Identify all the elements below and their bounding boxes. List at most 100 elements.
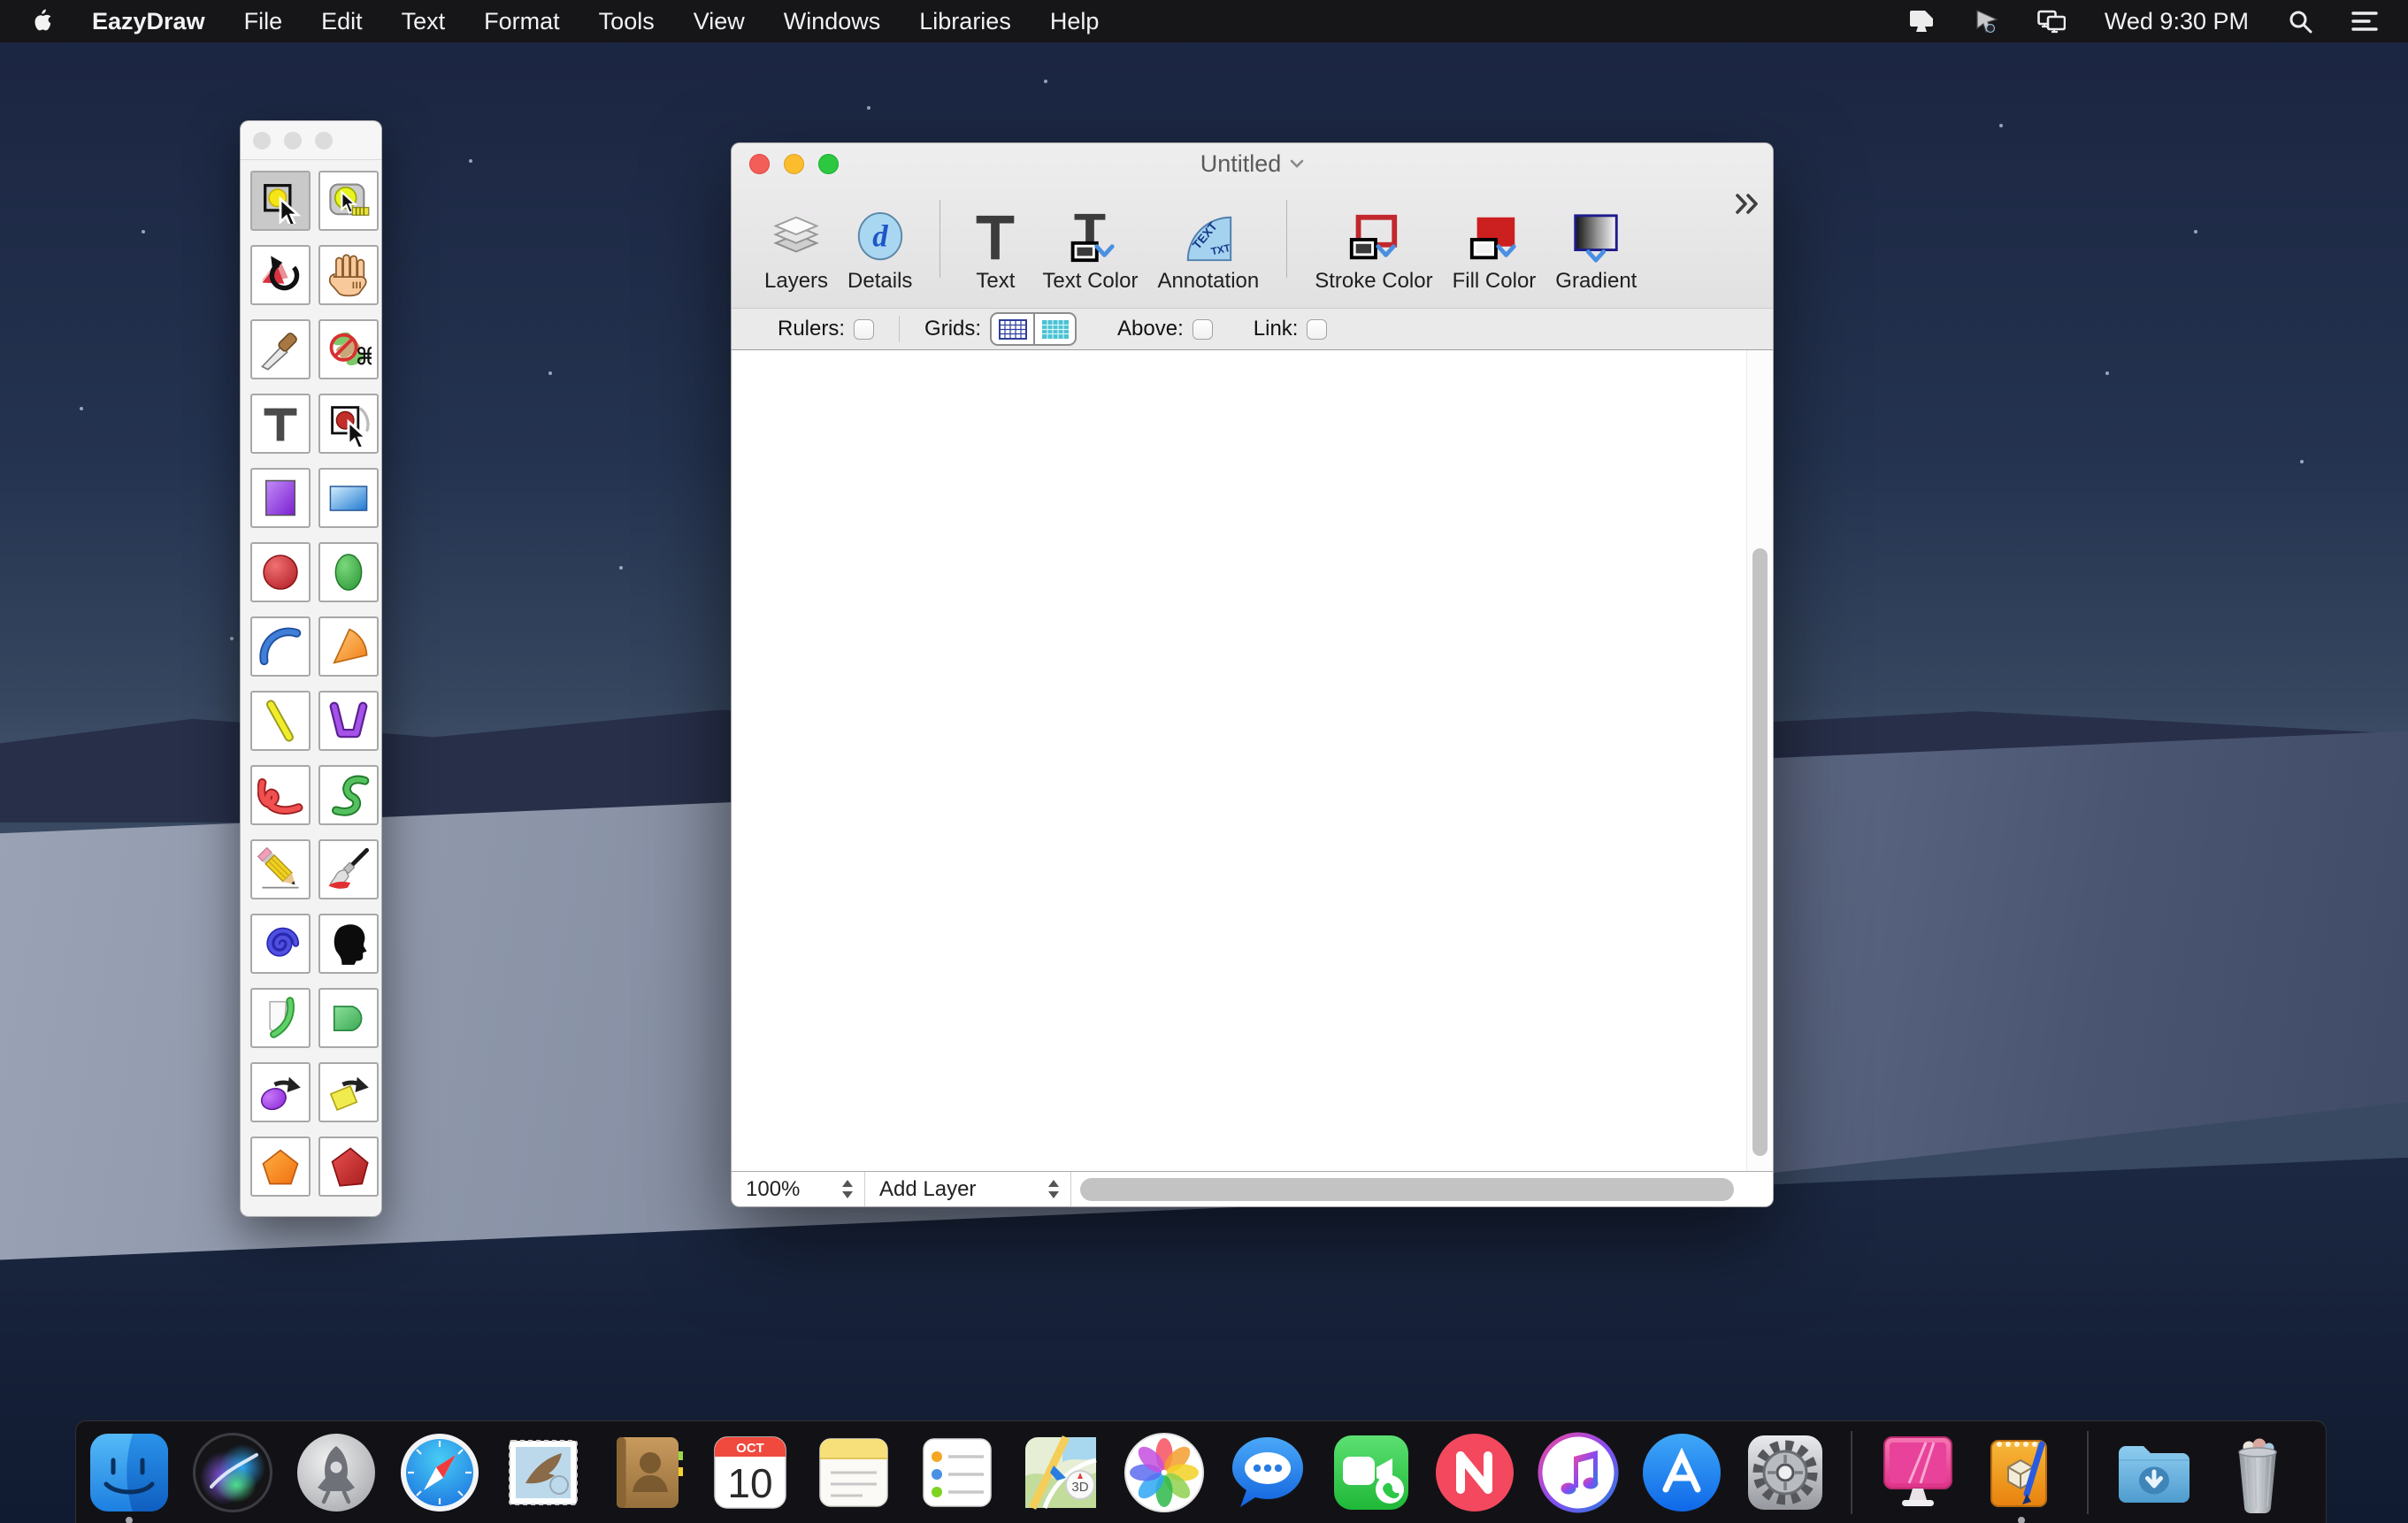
round-rect-tool-button[interactable]	[318, 988, 379, 1048]
dock-item-messages[interactable]	[1225, 1430, 1310, 1515]
menu-clock[interactable]: Wed 9:30 PM	[2105, 8, 2249, 35]
toolbar-annotation-button[interactable]: TEXTTXTAnnotation	[1157, 195, 1259, 294]
menu-item-file[interactable]: File	[244, 8, 283, 35]
dock-item-eazydraw[interactable]	[1979, 1430, 2064, 1515]
polygon-tool-button[interactable]	[318, 1137, 379, 1197]
line-tool-button[interactable]	[250, 691, 311, 751]
menu-item-windows[interactable]: Windows	[784, 8, 881, 35]
dock-item-downloads[interactable]	[2112, 1430, 2197, 1515]
brush-tool-button[interactable]	[318, 839, 379, 899]
pan-hand-tool-button[interactable]	[318, 245, 379, 305]
dock-item-calendar[interactable]: OCT10	[708, 1430, 793, 1515]
no-command-tool-button[interactable]: ⌘	[318, 319, 379, 379]
pentagon-tool-button[interactable]	[250, 1137, 311, 1197]
rulers-checkbox[interactable]	[854, 319, 874, 340]
text-tool-button[interactable]	[250, 394, 311, 454]
select-group-tool-button[interactable]	[318, 394, 379, 454]
stepper-icon[interactable]	[841, 1180, 854, 1199]
grid-solid-button[interactable]	[1033, 314, 1075, 344]
horizontal-scrollbar[interactable]	[1071, 1172, 1773, 1206]
rotate-ellipse-tool-button[interactable]	[250, 1062, 311, 1122]
rectangle-tool-button[interactable]	[250, 468, 311, 528]
dock-item-app-store[interactable]	[1639, 1430, 1724, 1515]
dock-item-trash[interactable]	[2215, 1430, 2300, 1515]
toolbar-layers-button[interactable]: Layers	[764, 195, 828, 294]
drawing-canvas[interactable]	[732, 350, 1773, 1171]
toolbar-stroke-color-button[interactable]: Stroke Color	[1315, 195, 1432, 294]
stepper-icon[interactable]	[1047, 1180, 1060, 1199]
apple-menu-icon[interactable]	[30, 8, 53, 34]
measure-tool-button[interactable]	[318, 171, 379, 231]
grid-lines-button[interactable]	[992, 314, 1033, 344]
polyline-tool-button[interactable]	[318, 691, 379, 751]
above-label: Above:	[1117, 317, 1184, 341]
wedge-tool-button[interactable]	[318, 616, 379, 677]
text-icon	[968, 195, 1023, 265]
dock-item-safari[interactable]	[397, 1430, 482, 1515]
pencil-tool-button[interactable]	[250, 839, 311, 899]
palette-close-button[interactable]	[253, 132, 271, 149]
arc-tool-button[interactable]	[250, 616, 311, 677]
select-tool-button[interactable]	[250, 171, 311, 231]
menu-item-tools[interactable]: Tools	[599, 8, 655, 35]
menu-item-format[interactable]: Format	[484, 8, 560, 35]
horizontal-scrollbar-thumb[interactable]	[1080, 1178, 1734, 1201]
scurve-tool-button[interactable]	[318, 765, 379, 825]
dock-item-contacts[interactable]	[604, 1430, 689, 1515]
dock-item-siri[interactable]	[190, 1430, 275, 1515]
menu-item-edit[interactable]: Edit	[321, 8, 363, 35]
dock-item-photos[interactable]	[1122, 1430, 1207, 1515]
add-layer-menu[interactable]: Add Layer	[865, 1172, 1070, 1206]
knife-tool-button[interactable]	[250, 319, 311, 379]
circle-tool-button[interactable]	[250, 542, 311, 602]
dock-item-news[interactable]	[1432, 1430, 1517, 1515]
toolbar-text-color-button[interactable]: Text Color	[1042, 195, 1138, 294]
mirror-displays-icon[interactable]	[2037, 9, 2066, 34]
path-shape-tool-button[interactable]	[250, 988, 311, 1048]
dock-item-maps[interactable]: 3D	[1018, 1430, 1103, 1515]
menu-item-view[interactable]: View	[694, 8, 745, 35]
menu-app-name[interactable]: EazyDraw	[92, 8, 205, 35]
toolbar-details-button[interactable]: dDetails	[847, 195, 912, 294]
dock-item-cleanmymac[interactable]	[1875, 1430, 1960, 1515]
dock-item-launchpad[interactable]	[294, 1430, 379, 1515]
toolbar-gradient-button[interactable]: Gradient	[1555, 195, 1637, 294]
spiral-tool-button[interactable]	[250, 914, 311, 974]
zoom-stepper[interactable]: 100%	[732, 1172, 864, 1206]
curve-tool-button[interactable]	[250, 765, 311, 825]
above-checkbox[interactable]	[1192, 319, 1213, 340]
palette-minimize-button[interactable]	[284, 132, 302, 149]
dock-item-finder[interactable]	[87, 1430, 172, 1515]
menu-item-text[interactable]: Text	[402, 8, 446, 35]
dock-item-facetime[interactable]	[1329, 1430, 1414, 1515]
gradient-icon	[1568, 195, 1623, 265]
vertical-scrollbar[interactable]	[1746, 350, 1773, 1171]
pointer-icon[interactable]	[1974, 9, 1998, 34]
dock-item-notes[interactable]	[811, 1430, 896, 1515]
blue-rectangle-tool-button[interactable]	[318, 468, 379, 528]
palette-zoom-button[interactable]	[315, 132, 333, 149]
title-chevron-icon[interactable]	[1290, 159, 1304, 168]
toolbar-text-button[interactable]: Text	[968, 195, 1023, 294]
dock-item-mail[interactable]	[501, 1430, 586, 1515]
menu-item-help[interactable]: Help	[1050, 8, 1100, 35]
silhouette-tool-button[interactable]	[318, 914, 379, 974]
ellipse-tool-button[interactable]	[318, 542, 379, 602]
window-titlebar[interactable]: Untitled	[732, 143, 1773, 184]
undo-tool-button[interactable]	[250, 245, 311, 305]
toolbar-fill-color-button[interactable]: Fill Color	[1453, 195, 1537, 294]
search-icon[interactable]	[2288, 9, 2312, 34]
toolbar-overflow-button[interactable]	[1735, 193, 1759, 219]
notification-list-icon[interactable]	[2351, 10, 2378, 33]
dock-item-itunes[interactable]	[1536, 1430, 1621, 1515]
dock-item-system-preferences[interactable]	[1743, 1430, 1828, 1515]
select-group-tool-icon	[326, 401, 372, 447]
vertical-scrollbar-thumb[interactable]	[1752, 548, 1768, 1156]
rotate-rect-tool-button[interactable]	[318, 1062, 379, 1122]
menu-item-libraries[interactable]: Libraries	[919, 8, 1011, 35]
link-checkbox[interactable]	[1307, 319, 1327, 340]
mail-icon	[501, 1430, 586, 1515]
dock-item-reminders[interactable]	[915, 1430, 1000, 1515]
display-icon[interactable]	[1908, 9, 1935, 34]
palette-titlebar[interactable]	[241, 121, 381, 160]
